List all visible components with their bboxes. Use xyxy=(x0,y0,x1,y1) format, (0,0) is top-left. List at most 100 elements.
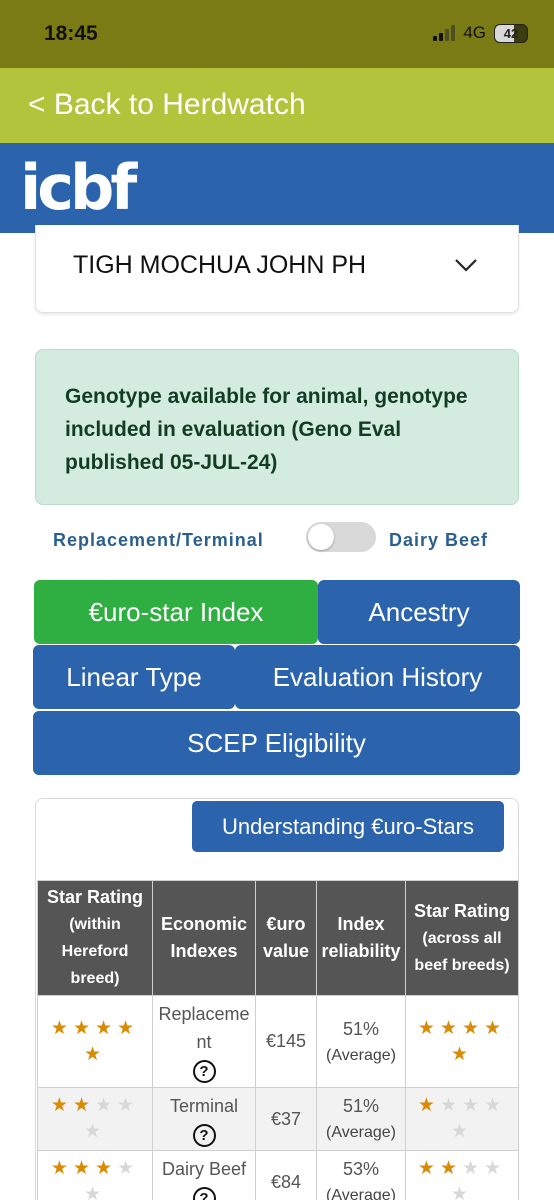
signal-icon xyxy=(433,25,456,41)
reliability-value: 51% xyxy=(342,1018,380,1039)
reliability-value: 53% xyxy=(342,1159,380,1179)
animal-select[interactable]: TIGH MOCHUA JOHN PH xyxy=(35,225,519,313)
header-text: reliability xyxy=(321,941,401,961)
network-type: 4G xyxy=(463,23,486,42)
header-text: value xyxy=(262,941,310,961)
question-circle-icon[interactable]: ? xyxy=(192,1186,216,1200)
euro-value: €145 xyxy=(255,995,317,1088)
dairy-beef-toggle[interactable] xyxy=(306,522,376,552)
stars-within-cell: ★★★★ ★ xyxy=(37,1087,153,1151)
header-text: beef breeds) xyxy=(414,956,510,974)
star-icon: ★ xyxy=(72,1095,95,1116)
back-to-herdwatch-link[interactable]: < Back to Herdwatch xyxy=(28,88,306,122)
stars-within-cell: ★★★★ ★ xyxy=(37,995,153,1088)
header-text: Index xyxy=(337,914,385,934)
star-icon: ★ xyxy=(450,1121,474,1142)
status-time: 18:45 xyxy=(44,22,98,45)
toggle-label-dairy-beef: Dairy Beef xyxy=(389,530,489,550)
reliability-cell: 53% (Average) xyxy=(316,1150,406,1200)
reliability-value: 51% xyxy=(342,1096,380,1116)
icbf-logo: icbf xyxy=(20,151,137,224)
index-name-cell: Replaceme nt ? xyxy=(152,995,256,1088)
index-name: Replaceme xyxy=(158,1004,250,1024)
euro-value: €37 xyxy=(255,1087,317,1151)
star-icon: ★ xyxy=(117,1017,140,1039)
star-icon: ★ xyxy=(462,1017,485,1039)
star-rating: ★★★★ ★ xyxy=(38,1016,152,1068)
header-index-reliability: Index reliability xyxy=(316,880,406,996)
star-icon: ★ xyxy=(95,1017,118,1039)
tab-ancestry[interactable]: Ancestry xyxy=(318,580,520,644)
star-icon: ★ xyxy=(83,1121,107,1142)
eurostar-table: Star Rating (within Hereford breed) Econ… xyxy=(37,880,519,1200)
reliability-label: (Average) xyxy=(326,1124,396,1141)
question-circle-icon[interactable]: ? xyxy=(192,1060,216,1083)
reliability-label: (Average) xyxy=(326,1046,396,1064)
reliability-label: (Average) xyxy=(326,1187,396,1200)
star-icon: ★ xyxy=(95,1095,118,1116)
genotype-alert: Genotype available for animal, genotype … xyxy=(35,349,519,505)
header-text: Hereford xyxy=(61,943,129,960)
index-toggle-row: Replacement/Terminal Dairy Beef xyxy=(0,520,554,556)
stars-across-cell: ★★★★ ★ xyxy=(405,1150,519,1200)
star-rating: ★★★★ ★ xyxy=(38,1156,152,1200)
star-rating: ★★★★ ★ xyxy=(406,1093,518,1145)
star-icon: ★ xyxy=(484,1158,507,1179)
tab-linear-type[interactable]: Linear Type xyxy=(33,645,235,709)
star-icon: ★ xyxy=(72,1158,95,1179)
battery-icon: 42 xyxy=(494,23,528,43)
star-icon: ★ xyxy=(484,1017,507,1039)
stars-within-cell: ★★★★ ★ xyxy=(37,1150,153,1200)
status-indicators: 4G 42 xyxy=(433,23,528,43)
star-icon: ★ xyxy=(462,1095,485,1116)
stars-across-cell: ★★★★ ★ xyxy=(405,995,519,1088)
index-name: Terminal xyxy=(169,1095,239,1116)
tab-evaluation-history[interactable]: Evaluation History xyxy=(235,645,520,709)
header-text: Indexes xyxy=(170,941,238,961)
star-icon: ★ xyxy=(50,1017,73,1039)
star-icon: ★ xyxy=(50,1158,73,1179)
brand-header: icbf xyxy=(0,143,554,233)
star-icon: ★ xyxy=(439,1017,462,1039)
tab-scep-eligibility[interactable]: SCEP Eligibility xyxy=(33,711,520,775)
header-text: (across all xyxy=(422,929,502,947)
index-name: Dairy Beef xyxy=(161,1158,247,1179)
table-row: ★★★★ ★ Dairy Beef ? €84 53% (Average) ★★★… xyxy=(37,1150,519,1200)
battery-level: 42 xyxy=(503,25,519,41)
understanding-eurostars-button[interactable]: Understanding €uro-Stars xyxy=(192,801,504,852)
animal-name: TIGH MOCHUA JOHN PH xyxy=(73,251,367,279)
status-bar: 18:45 4G 42 xyxy=(0,0,554,68)
star-icon: ★ xyxy=(417,1017,440,1039)
index-name-cell: Dairy Beef ? xyxy=(152,1150,256,1200)
index-name-cell: Terminal ? xyxy=(152,1087,256,1151)
star-rating: ★★★★ ★ xyxy=(406,1156,518,1200)
header-economic-indexes: Economic Indexes xyxy=(152,880,256,996)
question-circle-icon[interactable]: ? xyxy=(192,1123,216,1147)
star-icon: ★ xyxy=(462,1158,485,1179)
header-text: Economic xyxy=(160,914,248,934)
header-text: Star Rating xyxy=(413,900,510,921)
star-icon: ★ xyxy=(439,1095,462,1116)
star-icon: ★ xyxy=(50,1095,73,1116)
star-icon: ★ xyxy=(484,1095,507,1116)
star-icon: ★ xyxy=(95,1158,118,1179)
star-icon: ★ xyxy=(83,1184,107,1200)
chevron-down-icon xyxy=(455,259,477,272)
header-text: €uro xyxy=(266,914,306,934)
table-header-row: Star Rating (within Hereford breed) Econ… xyxy=(37,880,519,996)
header-text: breed) xyxy=(70,970,120,987)
star-rating: ★★★★ ★ xyxy=(38,1093,152,1145)
header-euro-value: €uro value xyxy=(255,880,317,996)
table-row: ★★★★ ★ Terminal ? €37 51% (Average) ★★★★ ★ xyxy=(37,1087,519,1151)
star-icon: ★ xyxy=(417,1095,440,1116)
star-icon: ★ xyxy=(450,1043,474,1065)
star-icon: ★ xyxy=(117,1095,140,1116)
star-icon: ★ xyxy=(417,1158,440,1179)
euro-value: €84 xyxy=(255,1150,317,1200)
star-icon: ★ xyxy=(83,1043,107,1065)
star-icon: ★ xyxy=(72,1017,95,1039)
header-text: Star Rating xyxy=(46,887,143,907)
tab-eurostar-index[interactable]: €uro-star Index xyxy=(34,580,318,644)
reliability-cell: 51% (Average) xyxy=(316,995,406,1088)
stars-across-cell: ★★★★ ★ xyxy=(405,1087,519,1151)
